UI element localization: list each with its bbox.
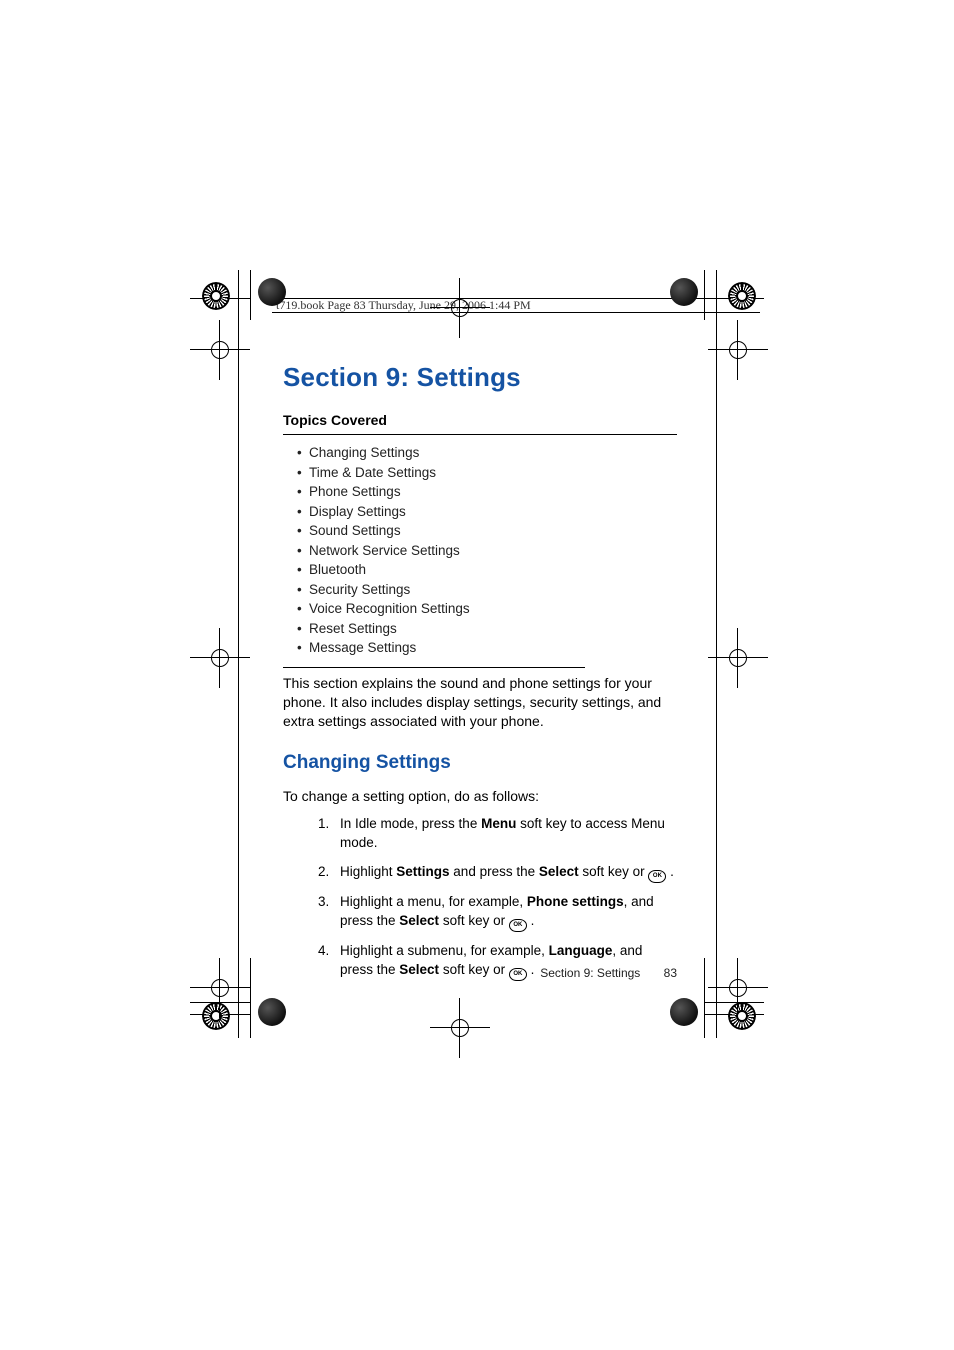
intro-paragraph: This section explains the sound and phon… (283, 674, 677, 731)
list-item: Reset Settings (297, 621, 677, 636)
step-2: Highlight Settings and press the Select … (318, 863, 676, 883)
page-footer: Section 9: Settings 83 (283, 966, 677, 980)
list-item: Sound Settings (297, 523, 677, 538)
registration-mark-icon (198, 278, 230, 310)
list-item: Voice Recognition Settings (297, 601, 677, 616)
crosshair-icon (708, 628, 768, 688)
topics-heading: Topics Covered (283, 412, 677, 428)
footer-section-label: Section 9: Settings (540, 966, 640, 980)
list-item: Network Service Settings (297, 543, 677, 558)
subheading-changing-settings: Changing Settings (283, 752, 451, 774)
list-item: Phone Settings (297, 484, 677, 499)
registration-mark-icon (670, 278, 698, 306)
registration-mark-icon (258, 998, 286, 1026)
registration-mark-icon (670, 998, 698, 1026)
steps-list: In Idle mode, press the Menu soft key to… (318, 815, 676, 991)
divider (283, 434, 677, 435)
crosshair-icon (190, 958, 250, 1018)
crosshair-icon (708, 320, 768, 380)
crosshair-icon (430, 998, 490, 1058)
crosshair-icon (430, 278, 490, 338)
registration-mark-icon (258, 278, 286, 306)
running-head-text: t719.book Page 83 Thursday, June 29, 200… (276, 298, 531, 313)
ok-icon: OK (509, 919, 527, 932)
ok-icon: OK (648, 870, 666, 883)
crosshair-icon (708, 958, 768, 1018)
list-item: Time & Date Settings (297, 465, 677, 480)
list-item: Bluetooth (297, 562, 677, 577)
crosshair-icon (190, 320, 250, 380)
crosshair-icon (190, 628, 250, 688)
registration-mark-icon (724, 278, 756, 310)
topics-list: Changing Settings Time & Date Settings P… (283, 445, 677, 655)
list-item: Message Settings (297, 640, 677, 655)
topics-block: Topics Covered Changing Settings Time & … (283, 412, 677, 668)
section-title: Section 9: Settings (283, 362, 521, 393)
step-3: Highlight a menu, for example, Phone set… (318, 893, 676, 932)
page-number: 83 (664, 966, 677, 980)
list-item: Security Settings (297, 582, 677, 597)
list-item: Changing Settings (297, 445, 677, 460)
change-intro: To change a setting option, do as follow… (283, 788, 539, 804)
step-1: In Idle mode, press the Menu soft key to… (318, 815, 676, 853)
list-item: Display Settings (297, 504, 677, 519)
divider (283, 667, 585, 668)
